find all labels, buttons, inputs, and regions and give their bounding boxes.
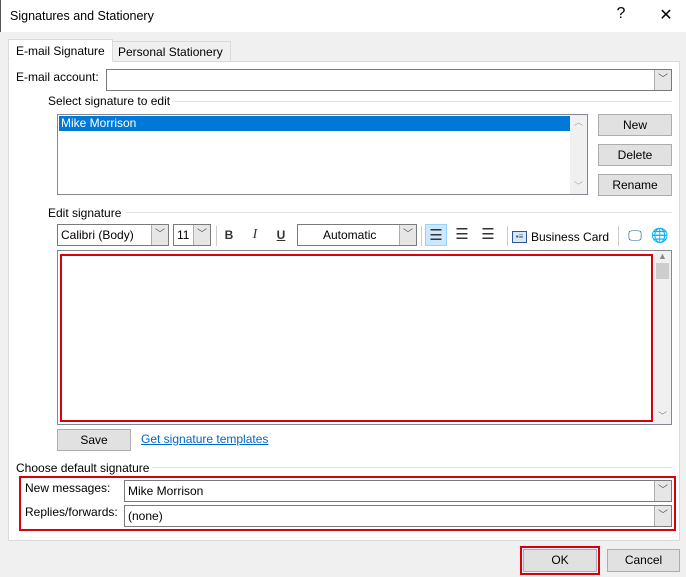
divider [152, 467, 672, 468]
new-messages-value: Mike Morrison [128, 484, 204, 498]
scrollbar[interactable]: ︿ ﹀ [570, 115, 587, 194]
insert-hyperlink-icon[interactable]: 🌐 [649, 224, 671, 246]
new-messages-label: New messages: [25, 481, 111, 495]
select-signature-label: Select signature to edit [48, 94, 171, 108]
separator [618, 226, 619, 246]
font-select[interactable]: Calibri (Body) ﹀ [57, 224, 169, 246]
business-card-label: Business Card [531, 230, 610, 244]
insert-picture-icon[interactable]: 🖵 [624, 224, 646, 246]
cancel-button[interactable]: Cancel [607, 549, 680, 572]
divider [172, 101, 672, 102]
rename-button[interactable]: Rename [598, 174, 672, 196]
delete-button[interactable]: Delete [598, 144, 672, 166]
help-button[interactable]: ? [609, 5, 633, 23]
separator [216, 226, 217, 246]
business-card-button[interactable]: ▪≡ Business Card [512, 228, 609, 246]
business-card-icon: ▪≡ [512, 231, 527, 243]
signature-editor-container: ▲ ﹀ [57, 250, 672, 425]
replies-forwards-value: (none) [128, 509, 163, 523]
signature-editor[interactable] [60, 254, 653, 422]
new-button[interactable]: New [598, 114, 672, 136]
replies-forwards-select[interactable]: (none) ﹀ [124, 505, 672, 527]
edit-signature-label: Edit signature [48, 206, 122, 220]
scroll-down-icon[interactable]: ﹀ [570, 179, 587, 192]
ok-button[interactable]: OK [523, 549, 597, 572]
tab-email-signature[interactable]: E-mail Signature [8, 39, 113, 62]
font-color-value: Automatic [323, 228, 377, 242]
close-button[interactable]: ✕ [654, 5, 678, 25]
tab-label: Personal Stationery [118, 45, 223, 59]
scroll-thumb[interactable] [656, 263, 669, 279]
email-account-select[interactable]: ﹀ [106, 69, 672, 91]
title-bar: Signatures and Stationery ? ✕ [0, 0, 686, 32]
chevron-down-icon[interactable]: ﹀ [151, 225, 168, 245]
scrollbar[interactable]: ▲ ﹀ [654, 251, 671, 424]
font-value: Calibri (Body) [61, 228, 134, 242]
italic-button[interactable]: I [244, 224, 266, 246]
align-right-icon[interactable]: ☰ [477, 224, 499, 246]
tab-personal-stationery[interactable]: Personal Stationery [110, 41, 231, 61]
align-center-icon[interactable]: ☰ [451, 224, 473, 246]
scroll-up-icon[interactable]: ▲ [654, 251, 671, 261]
chevron-down-icon[interactable]: ﹀ [654, 506, 671, 526]
get-signature-templates-link[interactable]: Get signature templates [141, 432, 268, 446]
chevron-down-icon[interactable]: ﹀ [654, 481, 671, 501]
chevron-down-icon[interactable]: ﹀ [399, 225, 416, 245]
replies-forwards-label: Replies/forwards: [25, 505, 118, 519]
signature-list[interactable]: Mike Morrison ︿ ﹀ [57, 114, 588, 195]
email-account-label: E-mail account: [16, 70, 99, 84]
window-title: Signatures and Stationery [10, 9, 154, 23]
save-button[interactable]: Save [57, 429, 131, 451]
font-size-select[interactable]: 11 ﹀ [173, 224, 211, 246]
separator [421, 226, 422, 246]
bold-button[interactable]: B [218, 224, 240, 246]
font-size-value: 11 [177, 228, 190, 242]
separator [507, 226, 508, 246]
default-signature-label: Choose default signature [16, 461, 150, 475]
font-color-select[interactable]: Automatic ﹀ [297, 224, 417, 246]
new-messages-select[interactable]: Mike Morrison ﹀ [124, 480, 672, 502]
tab-label: E-mail Signature [16, 44, 105, 58]
chevron-down-icon[interactable]: ﹀ [654, 70, 671, 90]
divider [126, 212, 672, 213]
list-item[interactable]: Mike Morrison [59, 116, 570, 131]
scroll-up-icon[interactable]: ︿ [570, 115, 587, 128]
align-left-icon[interactable]: ☰ [425, 224, 447, 246]
scroll-down-icon[interactable]: ﹀ [654, 409, 671, 422]
underline-button[interactable]: U [270, 224, 292, 246]
chevron-down-icon[interactable]: ﹀ [193, 225, 210, 245]
